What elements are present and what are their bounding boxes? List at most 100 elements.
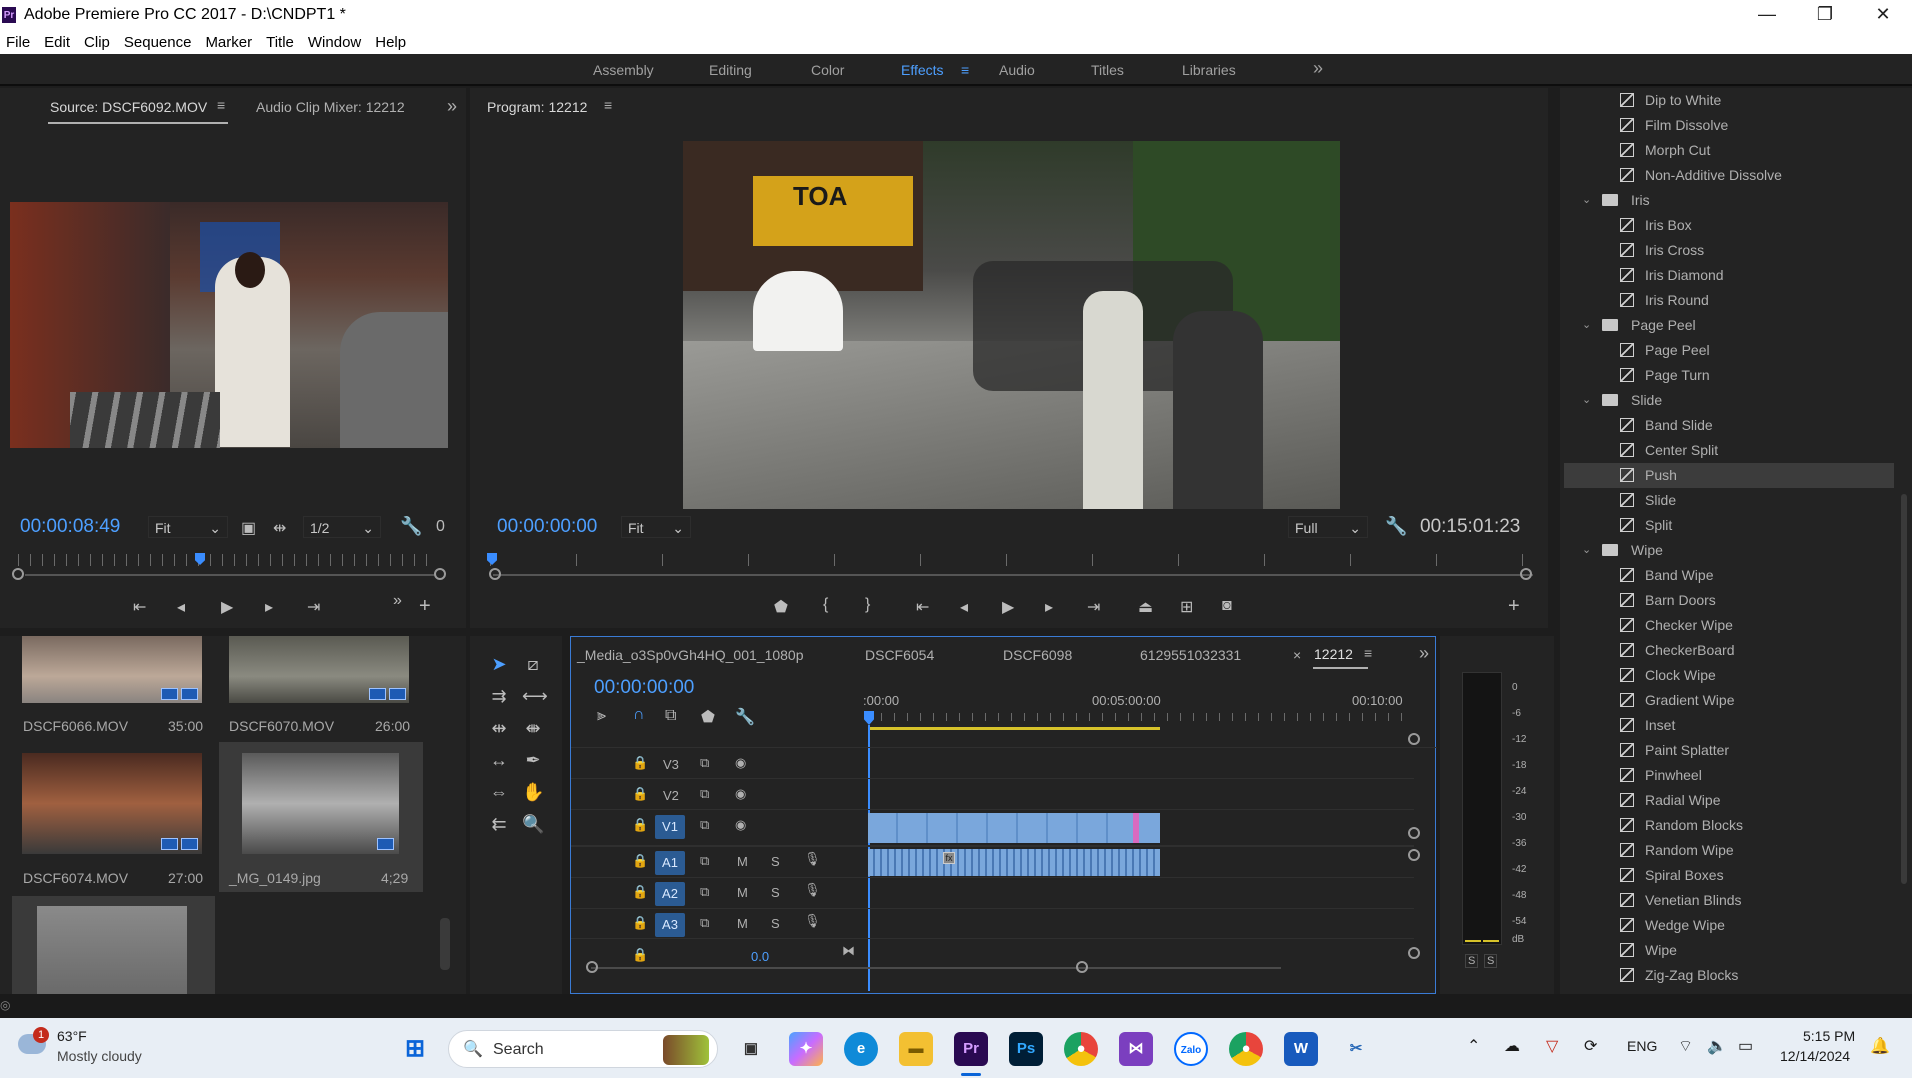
step-back-icon[interactable]: ◂: [177, 597, 185, 617]
mute-button[interactable]: M: [737, 916, 748, 931]
menu-window[interactable]: Window: [302, 34, 369, 51]
lock-icon[interactable]: 🔒: [632, 915, 648, 931]
effects-item[interactable]: Checker Wipe: [1564, 613, 1894, 638]
microphone-icon[interactable]: 🎙: [804, 851, 821, 867]
menu-file[interactable]: File: [0, 34, 38, 51]
battery-icon[interactable]: ▭: [1738, 1036, 1753, 1056]
program-zoom-scrollbar[interactable]: [493, 574, 1533, 576]
taskbar-search-box[interactable]: 🔍 Search: [448, 1030, 718, 1068]
effects-item[interactable]: Random Blocks: [1564, 813, 1894, 838]
tab-sequence-dscf6098[interactable]: DSCF6098: [1003, 647, 1072, 663]
workspace-editing[interactable]: Editing: [709, 62, 752, 78]
go-to-out-icon[interactable]: ⇥: [1087, 597, 1100, 617]
timeline-ruler[interactable]: [868, 713, 1414, 721]
meter-solo-right[interactable]: S: [1484, 954, 1498, 968]
sync-lock-icon[interactable]: ⧉: [700, 755, 709, 771]
lift-icon[interactable]: ⏏: [1138, 597, 1153, 617]
project-thumb-5[interactable]: [37, 906, 187, 994]
language-indicator[interactable]: ENG: [1627, 1038, 1657, 1054]
play-icon[interactable]: ▶: [1002, 597, 1014, 617]
close-tab-icon[interactable]: ×: [1293, 647, 1301, 663]
project-thumb-4[interactable]: [242, 753, 399, 854]
effects-item[interactable]: Dip to White: [1564, 88, 1894, 113]
track-select-backward-icon[interactable]: ⇇: [488, 814, 510, 835]
zalo-icon[interactable]: Zalo: [1174, 1032, 1208, 1066]
hand-tool-icon[interactable]: ✋: [522, 782, 544, 803]
effects-item[interactable]: CheckerBoard: [1564, 638, 1894, 663]
lock-icon[interactable]: 🔒: [632, 884, 648, 900]
export-frame-camera-icon[interactable]: ◙: [1222, 597, 1232, 615]
eye-icon[interactable]: ◉: [735, 786, 746, 802]
track-target-v1[interactable]: V1: [655, 815, 685, 839]
vertical-scroll-handle-mid2[interactable]: [1408, 849, 1420, 861]
go-to-end-icon[interactable]: ⧓: [842, 943, 855, 959]
vertical-scroll-handle-top[interactable]: [1408, 733, 1420, 745]
file-explorer-icon[interactable]: ▬: [899, 1032, 933, 1066]
tab-source[interactable]: Source: DSCF6092.MOV: [50, 99, 207, 115]
panel-menu-icon[interactable]: ≡: [217, 97, 225, 113]
tab-sequence-6129551032331[interactable]: 6129551032331: [1140, 647, 1241, 663]
effects-item[interactable]: Radial Wipe: [1564, 788, 1894, 813]
maximize-button[interactable]: ❐: [1796, 0, 1854, 30]
effects-item[interactable]: Band Slide: [1564, 413, 1894, 438]
track-target-a3[interactable]: A3: [655, 913, 685, 937]
folder-expand-chevron-icon[interactable]: ⌄: [1582, 313, 1591, 338]
effects-folder[interactable]: ⌄ Page Peel: [1564, 313, 1894, 338]
workspace-overflow-icon[interactable]: »: [1313, 58, 1323, 79]
minimize-button[interactable]: —: [1738, 0, 1796, 30]
close-button[interactable]: ✕: [1854, 0, 1912, 30]
snipping-tool-icon[interactable]: ✂: [1339, 1032, 1373, 1066]
source-resolution-select[interactable]: 1/2 ⌄: [303, 516, 381, 538]
workspace-assembly[interactable]: Assembly: [593, 62, 654, 78]
h-scroll-handle-left[interactable]: [586, 961, 598, 973]
effects-item[interactable]: Venetian Blinds: [1564, 888, 1894, 913]
effects-item[interactable]: Page Peel: [1564, 338, 1894, 363]
effects-item[interactable]: Split: [1564, 513, 1894, 538]
menu-title[interactable]: Title: [260, 34, 302, 51]
effects-item[interactable]: Iris Cross: [1564, 238, 1894, 263]
mark-out-icon[interactable]: ⇥: [307, 597, 320, 617]
effects-item[interactable]: Film Dissolve: [1564, 113, 1894, 138]
effects-item[interactable]: Iris Box: [1564, 213, 1894, 238]
microphone-icon[interactable]: 🎙: [804, 882, 821, 898]
menu-help[interactable]: Help: [369, 34, 414, 51]
panel-overflow-icon[interactable]: »: [1419, 643, 1429, 664]
play-icon[interactable]: ▶: [221, 597, 233, 617]
effects-item[interactable]: Paint Splatter: [1564, 738, 1894, 763]
scroll-handle-left[interactable]: [489, 568, 501, 580]
zoom-tool-icon[interactable]: 🔍: [522, 814, 544, 835]
work-area-bar[interactable]: [868, 727, 1160, 730]
master-volume[interactable]: 0.0: [751, 949, 769, 964]
effects-item[interactable]: Page Turn: [1564, 363, 1894, 388]
effects-item[interactable]: Morph Cut: [1564, 138, 1894, 163]
vpn-shield-icon[interactable]: ▽: [1546, 1036, 1558, 1056]
program-ruler[interactable]: [490, 554, 1530, 566]
tab-sequence-media[interactable]: _Media_o3Sp0vGh4HQ_001_1080p: [577, 647, 804, 663]
effects-folder[interactable]: ⌄ Slide: [1564, 388, 1894, 413]
word-icon[interactable]: W: [1284, 1032, 1318, 1066]
onedrive-cloud-icon[interactable]: ☁: [1504, 1036, 1520, 1056]
program-quality-select[interactable]: Full ⌄: [1288, 516, 1368, 538]
sync-lock-icon[interactable]: ⧉: [700, 915, 709, 931]
effects-folder[interactable]: ⌄ Wipe: [1564, 538, 1894, 563]
effects-item[interactable]: Zig-Zag Blocks: [1564, 963, 1894, 988]
safe-margins-icon[interactable]: ▣: [241, 518, 256, 538]
wifi-icon[interactable]: ⌔: [1678, 1036, 1693, 1056]
sync-icon[interactable]: ⟳: [1584, 1036, 1597, 1056]
pen-tool-icon[interactable]: ✒: [522, 750, 544, 771]
linked-selection-icon[interactable]: ⧉: [665, 707, 676, 725]
lock-icon[interactable]: 🔒: [632, 947, 648, 963]
more-controls-icon[interactable]: »: [393, 592, 402, 610]
h-scroll-handle-right[interactable]: [1076, 961, 1088, 973]
volume-icon[interactable]: 🔈: [1707, 1036, 1727, 1056]
chrome-icon[interactable]: ●: [1064, 1032, 1098, 1066]
folder-expand-chevron-icon[interactable]: ⌄: [1582, 388, 1591, 413]
source-zoom-scrollbar[interactable]: [25, 574, 435, 576]
premiere-pro-icon[interactable]: Pr: [954, 1032, 988, 1066]
settings-wrench-icon[interactable]: 🔧: [1385, 516, 1407, 537]
mark-in-icon[interactable]: ⇤: [133, 597, 146, 617]
tab-sequence-dscf6054[interactable]: DSCF6054: [865, 647, 934, 663]
program-zoom-select[interactable]: Fit ⌄: [621, 516, 691, 538]
slip-tool-icon[interactable]: ↔: [488, 750, 510, 771]
panel-menu-icon[interactable]: ≡: [604, 97, 612, 113]
